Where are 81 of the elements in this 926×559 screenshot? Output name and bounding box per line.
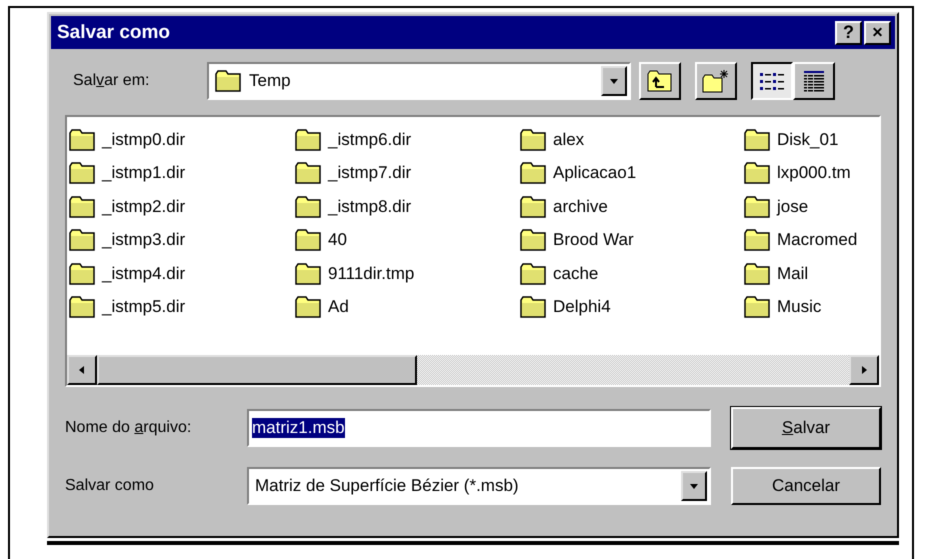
location-dropdown[interactable]: Temp (207, 62, 631, 100)
folder-icon (69, 161, 97, 186)
folder-name[interactable]: Aplicacao1 (553, 163, 636, 184)
folder-name[interactable]: Brood War (553, 230, 634, 250)
file-name-label: Nome do arquivo: (65, 419, 192, 437)
help-button[interactable]: ? (835, 20, 862, 44)
dropdown-button[interactable] (601, 66, 627, 96)
window-title: Salvar como (57, 22, 171, 44)
left-arrow-icon (77, 365, 87, 375)
folder-icon (520, 295, 548, 320)
folder-name[interactable]: _istmp7.dir (328, 163, 412, 184)
folder-name[interactable]: _istmp1.dir (102, 163, 186, 184)
folder-name[interactable]: lxp000.tm (777, 163, 851, 184)
details-view-button[interactable] (793, 62, 835, 100)
new-folder-button[interactable] (695, 62, 737, 100)
up-folder-icon (647, 70, 673, 92)
list-view-icon (759, 70, 785, 92)
file-name-field[interactable]: matriz1.msb (247, 409, 711, 447)
folder-name[interactable]: Disk_01 (777, 130, 838, 150)
folder-name[interactable]: Music (777, 297, 822, 318)
folder-name[interactable]: 40 (328, 230, 347, 250)
folder-icon (295, 295, 323, 320)
file-type-value: Matriz de Superfície Bézier (*.msb) (255, 476, 520, 496)
folder-icon (744, 161, 772, 186)
file-name-value: matriz1.msb (252, 418, 345, 438)
scroll-left-button[interactable] (67, 355, 97, 385)
location-value: Temp (249, 71, 292, 91)
folder-name[interactable]: alex (553, 130, 584, 150)
folder-icon (520, 228, 548, 252)
file-type-dropdown[interactable]: Matriz de Superfície Bézier (*.msb) (247, 467, 711, 505)
folder-name[interactable]: _istmp3.dir (102, 230, 186, 250)
scroll-right-button[interactable] (849, 355, 879, 385)
up-folder-button[interactable] (639, 62, 681, 100)
folder-icon (295, 194, 323, 219)
right-arrow-icon (859, 365, 869, 375)
save-as-type-label: Salvar como (65, 477, 155, 495)
folder-icon (520, 161, 548, 186)
folder-name[interactable]: 9111dir.tmp (328, 264, 414, 284)
folder-name[interactable]: Macromed (777, 230, 858, 250)
folder-name[interactable]: _istmp0.dir (102, 130, 186, 150)
folder-icon (744, 194, 772, 219)
folder-icon (520, 194, 548, 219)
folder-icon (69, 128, 97, 152)
folder-icon (744, 228, 772, 252)
folder-icon (69, 228, 97, 252)
scroll-thumb[interactable] (97, 355, 417, 385)
details-view-icon (801, 70, 827, 92)
folder-icon (69, 194, 97, 219)
folder-icon (520, 128, 548, 152)
folder-icon (744, 295, 772, 320)
folder-icon (295, 128, 323, 152)
save-button[interactable]: Salvar (731, 407, 881, 449)
folder-icon (69, 295, 97, 320)
folder-name[interactable]: cache (553, 264, 598, 284)
folder-icon (295, 228, 323, 252)
folder-icon (295, 161, 323, 186)
folder-name[interactable]: jose (777, 196, 808, 217)
folder-name[interactable]: _istmp4.dir (102, 264, 186, 284)
folder-icon (520, 262, 548, 286)
dropdown-button[interactable] (681, 471, 707, 501)
folder-icon (295, 262, 323, 286)
folder-name[interactable]: Mail (777, 264, 808, 284)
new-folder-icon (702, 69, 730, 93)
caret-icon (689, 481, 699, 491)
folder-icon (744, 262, 772, 286)
folder-name[interactable]: Delphi4 (553, 297, 611, 318)
list-view-button[interactable] (751, 62, 793, 100)
folder-name[interactable]: Ad (328, 297, 349, 318)
folder-name[interactable]: _istmp5.dir (102, 297, 186, 318)
caret-icon (609, 76, 619, 86)
close-button[interactable]: × (864, 20, 891, 44)
folder-icon (215, 69, 243, 93)
folder-name[interactable]: _istmp6.dir (328, 130, 412, 150)
folder-icon (744, 128, 772, 152)
cancel-button[interactable]: Cancelar (731, 467, 881, 505)
folder-icon (69, 262, 97, 286)
save-in-label: Salvar em: (72, 72, 150, 90)
folder-name[interactable]: _istmp8.dir (328, 196, 412, 217)
folder-name[interactable]: archive (553, 196, 608, 217)
horizontal-scrollbar[interactable] (67, 355, 879, 385)
folder-name[interactable]: _istmp2.dir (102, 196, 186, 217)
